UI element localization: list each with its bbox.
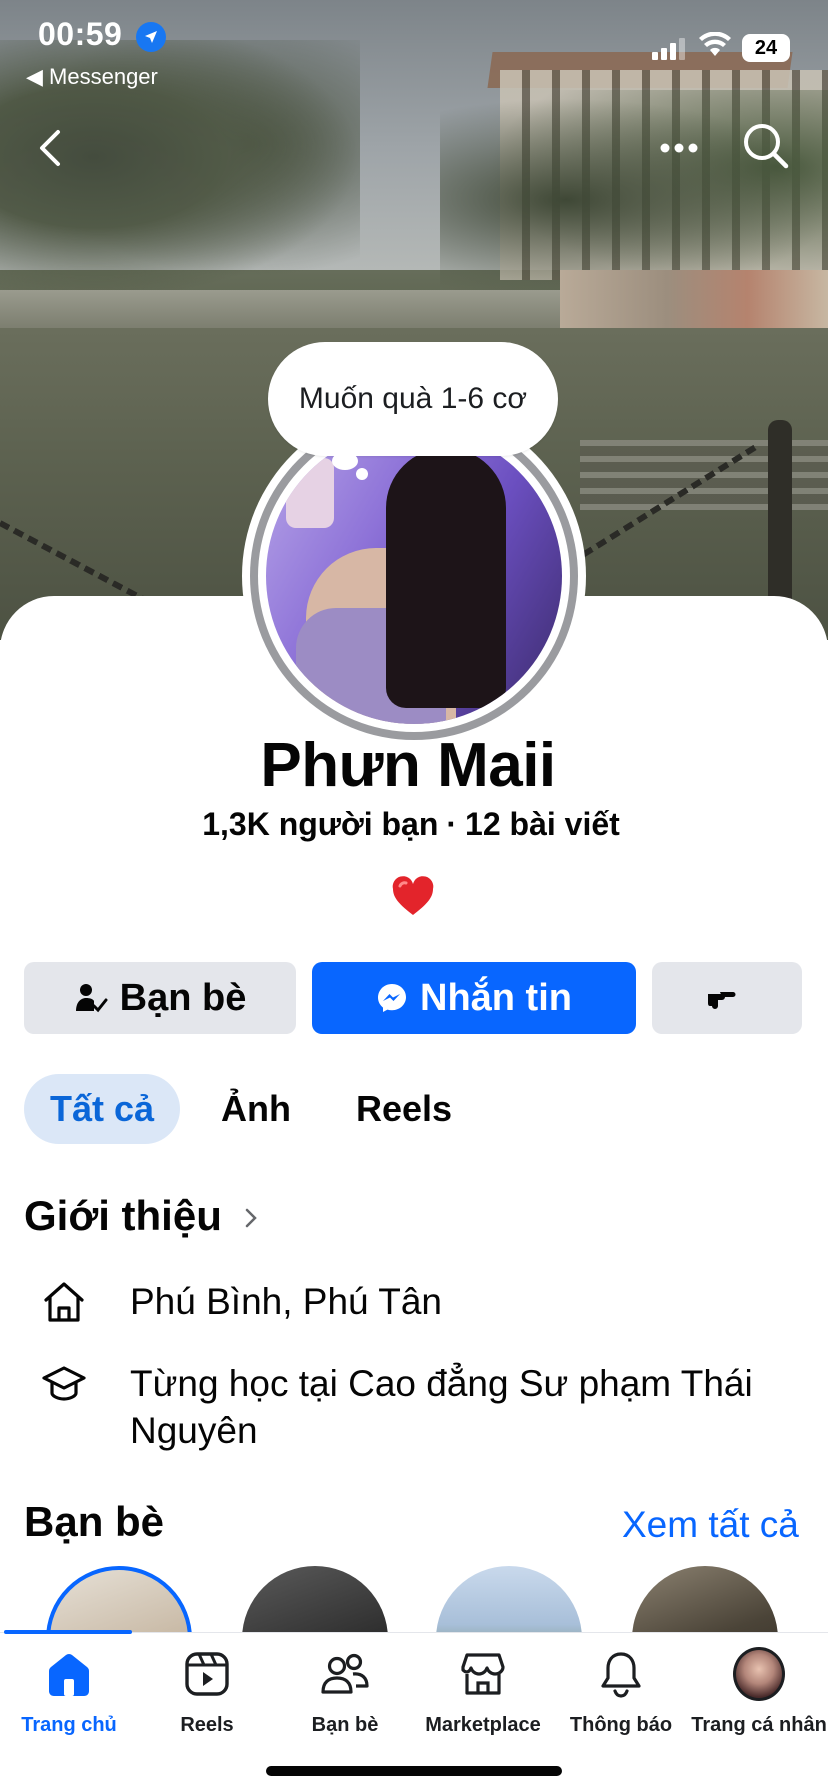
nav-reels[interactable]: Reels xyxy=(138,1648,276,1737)
profile-name: Phưn Maii xyxy=(260,731,556,800)
active-tab-indicator xyxy=(4,1630,132,1634)
message-button-label: Nhắn tin xyxy=(420,976,572,1019)
friends-icon xyxy=(321,1653,369,1694)
battery-indicator: 24 xyxy=(742,34,790,62)
nav-notifications[interactable]: Thông báo xyxy=(552,1648,690,1737)
bell-icon xyxy=(601,1652,641,1698)
more-options-button[interactable] xyxy=(658,128,700,168)
intro-location-text: Phú Bình, Phú Tân xyxy=(130,1281,442,1322)
location-arrow-icon xyxy=(136,22,166,52)
friends-count[interactable]: 1,3K người bạn xyxy=(202,806,438,842)
wifi-icon xyxy=(698,31,732,63)
cellular-signal-icon xyxy=(652,38,686,60)
intro-education-text: Từng học tại Cao đẳng Sư phạm Thái Nguyê… xyxy=(130,1363,753,1451)
pointing-hand-icon xyxy=(708,992,736,1009)
intro-title: Giới thiệu xyxy=(24,1192,222,1239)
intro-item-location: Phú Bình, Phú Tân xyxy=(40,1278,810,1326)
profile-avatar xyxy=(733,1647,785,1701)
messenger-icon xyxy=(378,984,406,1012)
status-time: 00:59 xyxy=(38,16,123,52)
nav-friends[interactable]: Bạn bè xyxy=(276,1648,414,1737)
friend-check-icon xyxy=(75,984,108,1013)
home-icon xyxy=(44,1282,84,1322)
tab-reels[interactable]: Reels xyxy=(340,1074,468,1144)
profile-stats: 1,3K người bạn · 12 bài viết xyxy=(202,806,620,842)
friends-button-label: Bạn bè xyxy=(119,976,247,1019)
more-actions-button[interactable] xyxy=(652,962,802,1034)
nav-marketplace[interactable]: Marketplace xyxy=(414,1648,552,1737)
message-button[interactable]: Nhắn tin xyxy=(312,962,636,1034)
tab-photos[interactable]: Ảnh xyxy=(204,1074,308,1144)
profile-picture[interactable] xyxy=(266,428,562,724)
graduation-cap-icon xyxy=(42,1366,86,1401)
tab-all[interactable]: Tất cả xyxy=(24,1074,180,1144)
intro-section-header[interactable]: Giới thiệu xyxy=(24,1192,258,1240)
search-icon xyxy=(744,124,789,169)
nav-profile[interactable]: Trang cá nhân xyxy=(690,1647,828,1737)
see-all-friends-link[interactable]: Xem tất cả xyxy=(622,1504,799,1546)
nav-home[interactable]: Trang chủ xyxy=(0,1648,138,1737)
friends-status-button[interactable]: Bạn bè xyxy=(24,962,296,1034)
profile-note-bubble[interactable]: Muốn quà 1-6 cơ xyxy=(268,342,558,456)
reels-icon xyxy=(185,1652,229,1696)
search-button[interactable] xyxy=(740,120,792,172)
home-indicator[interactable] xyxy=(266,1766,562,1776)
profile-note-text: Muốn quà 1-6 cơ xyxy=(298,382,528,415)
marketplace-icon xyxy=(461,1653,505,1695)
friends-section-title: Bạn bè xyxy=(24,1498,165,1545)
intro-item-education: Từng học tại Cao đẳng Sư phạm Thái Nguyê… xyxy=(40,1360,810,1454)
home-icon xyxy=(49,1653,89,1696)
posts-count: 12 bài viết xyxy=(465,806,620,842)
heart-icon xyxy=(390,874,436,920)
back-to-messenger-link[interactable]: ◀ Messenger xyxy=(26,64,158,90)
chevron-right-icon xyxy=(245,1208,257,1228)
status-bar: 00:59 ◀ Messenger 24 xyxy=(0,0,828,90)
back-button[interactable] xyxy=(30,124,70,172)
